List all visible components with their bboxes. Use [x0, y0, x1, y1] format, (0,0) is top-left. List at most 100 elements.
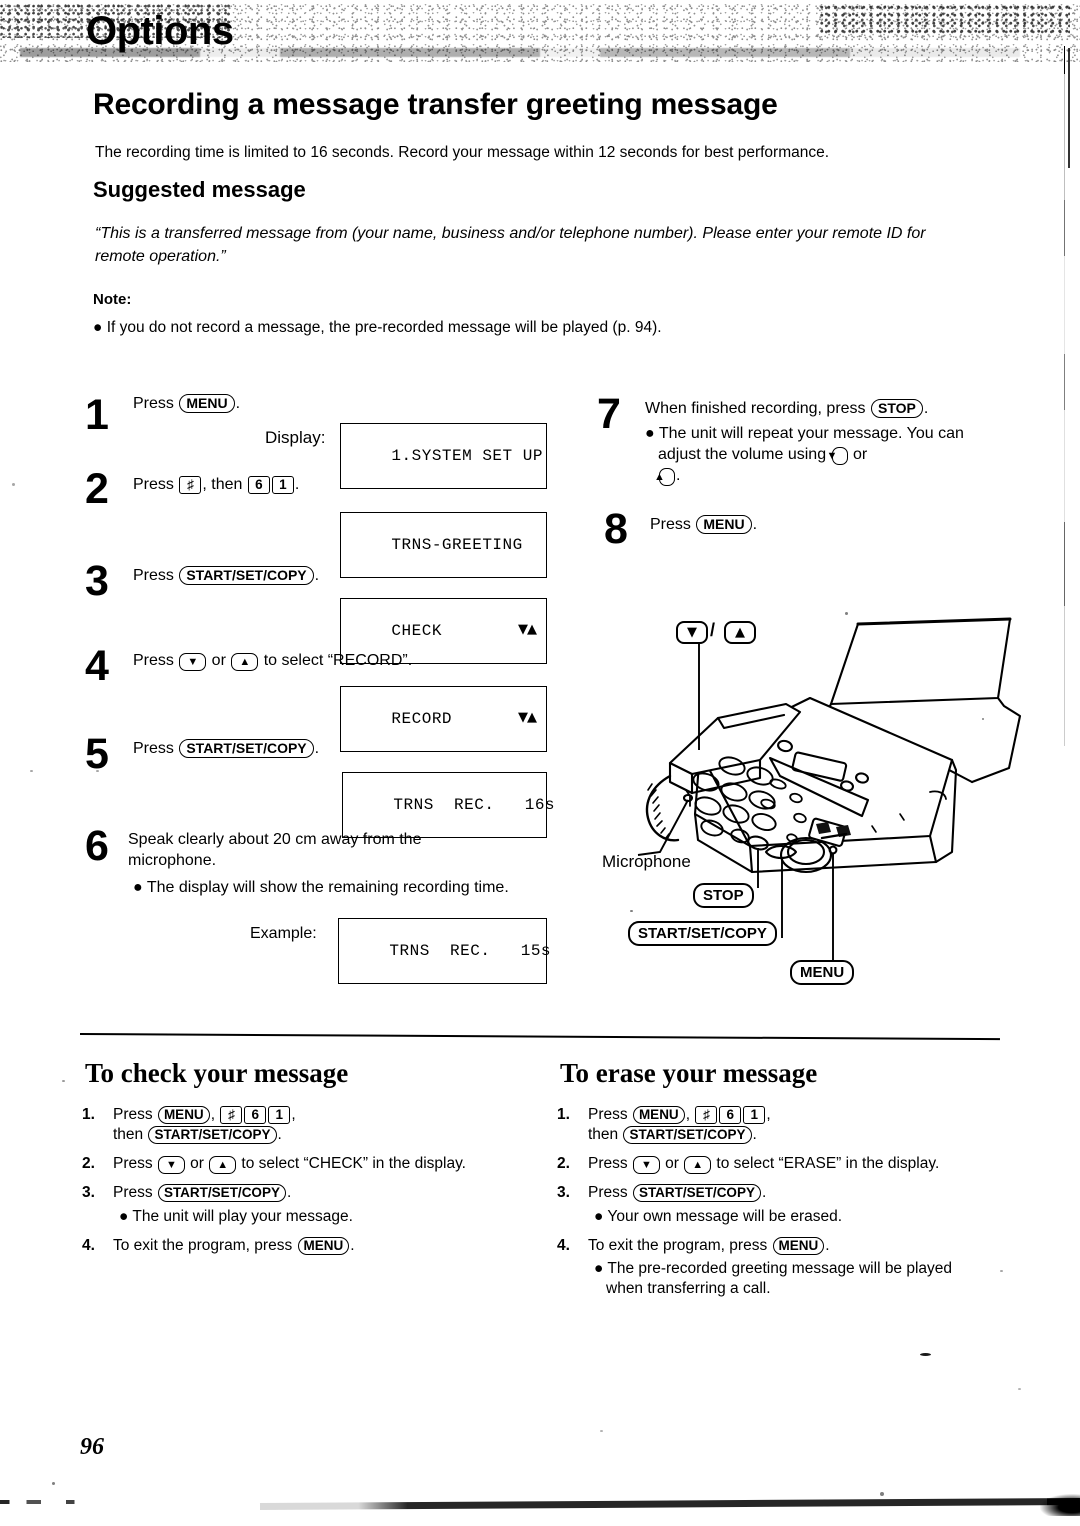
item-tail: to select “ERASE” in the display. [712, 1155, 940, 1173]
bullet-glyph: ● [594, 1207, 604, 1225]
key-six[interactable]: 6 [244, 1106, 267, 1124]
lcd-text-4: RECORD [391, 710, 453, 728]
key-menu[interactable]: MENU [632, 1106, 685, 1124]
key-stop[interactable]: STOP [871, 399, 923, 418]
step-7-bullet-text-c: . [676, 467, 681, 485]
key-down-arrow[interactable]: ▼ [157, 1156, 185, 1175]
step-text-7: When finished recording, press STOP. [645, 398, 1005, 419]
step-text-4: Press ▼ or ▲ to select “RECORD”. [133, 650, 412, 671]
callout-stop: STOP [693, 883, 754, 908]
lcd-display-4: ▼▲ RECORD [340, 686, 547, 752]
scan-edge-artifact [1064, 46, 1065, 746]
key-one[interactable]: 1 [743, 1106, 766, 1124]
bullet-glyph: ● [93, 319, 103, 336]
item-number: 1. [82, 1106, 95, 1123]
key-menu[interactable]: MENU [179, 394, 235, 413]
note-bullet-text: If you do not record a message, the pre-… [106, 319, 662, 336]
suggested-message-heading: Suggested message [93, 177, 306, 202]
step-8-tail: . [752, 516, 758, 533]
step-8-lead: Press [650, 516, 696, 533]
scan-bottom-edge [259, 1497, 1080, 1510]
scan-noise-heavy-right [820, 4, 1070, 34]
key-start-set-copy[interactable]: START/SET/COPY [157, 1184, 286, 1203]
step-5-lead: Press [133, 740, 179, 757]
key-down-arrow[interactable]: ▼ [179, 653, 207, 671]
step-number-3: 3 [85, 557, 109, 605]
item-comma: , [291, 1106, 296, 1123]
item-lead: Press [588, 1184, 632, 1202]
note-bullet: ● If you do not record a message, the pr… [93, 318, 993, 338]
scan-speck [52, 1482, 55, 1485]
erase-section-list: 1. Press MENU, ♯ 6 1, then START/SET/COPY.… [557, 1105, 977, 1308]
lcd-text-6: TRNS REC. 15s [389, 942, 552, 960]
key-down-arrow[interactable]: ▼ [632, 1156, 660, 1175]
key-up-arrow[interactable]: ▲ [231, 653, 259, 671]
key-down-arrow-2[interactable]: ▼ [827, 447, 848, 466]
step-1-lead: Press [133, 395, 179, 412]
key-six[interactable]: 6 [719, 1106, 742, 1124]
key-up-arrow[interactable]: ▲ [684, 1156, 712, 1175]
scan-speck [880, 1492, 884, 1496]
step-number-4: 4 [85, 642, 109, 690]
lcd-arrows-4: ▼▲ [518, 710, 537, 725]
item-then: then [588, 1126, 623, 1144]
step-7-bullet: ● The unit will repeat your message. You… [645, 423, 1008, 487]
key-menu[interactable]: MENU [772, 1236, 825, 1255]
suggested-message-body: “This is a transferred message from (you… [95, 225, 926, 266]
callout-separator: / [710, 620, 716, 640]
key-hash[interactable]: ♯ [179, 476, 202, 494]
key-up-arrow[interactable]: ▲ [209, 1156, 237, 1175]
scan-speck [1000, 1270, 1003, 1272]
step-5-tail: . [314, 740, 320, 757]
item-number: 3. [82, 1184, 95, 1202]
fax-machine-illustration: ▼ / ▲ Microphone STOP START/SET/COPY MEN… [600, 600, 1030, 995]
item-number: 4. [82, 1236, 95, 1254]
item-number: 4. [557, 1236, 570, 1254]
scan-speck [600, 1430, 603, 1432]
lcd-text-2: TRNS-GREETING [391, 536, 523, 554]
item-lead: To exit the program, press [113, 1236, 297, 1254]
key-menu[interactable]: MENU [297, 1236, 350, 1255]
callout-menu: MENU [790, 960, 855, 985]
item-lead: Press [113, 1155, 157, 1173]
list-item: 1. Press MENU, ♯ 6 1, then START/SET/COPY. [557, 1105, 977, 1145]
step-1-tail: . [235, 395, 241, 412]
callout-volume-up-icon: ▲ [724, 621, 756, 644]
key-six[interactable]: 6 [247, 476, 270, 494]
intro-paragraph: The recording time is limited to 16 seco… [95, 144, 830, 161]
key-up-arrow-2[interactable]: ▲ [654, 468, 675, 487]
step-2-then: then [211, 476, 243, 493]
step-3-tail: . [314, 567, 320, 584]
key-start-set-copy[interactable]: START/SET/COPY [179, 566, 314, 585]
item-period: . [350, 1236, 355, 1254]
item-bullet-text: The pre-recorded greeting message will b… [606, 1259, 953, 1297]
key-start-set-copy[interactable]: START/SET/COPY [148, 1126, 277, 1145]
lcd-text-1: 1.SYSTEM SET UP [391, 447, 543, 465]
step-7-bullet-text-b: or [848, 446, 868, 464]
key-menu-2[interactable]: MENU [696, 515, 752, 534]
step-2-lead: Press [133, 476, 174, 493]
section-banner: Options [0, 4, 1080, 62]
section-divider [79, 1033, 1000, 1041]
key-start-set-copy[interactable]: START/SET/COPY [623, 1126, 752, 1145]
key-start-set-copy-2[interactable]: START/SET/COPY [179, 739, 314, 758]
key-one[interactable]: 1 [271, 476, 294, 494]
key-hash[interactable]: ♯ [220, 1106, 243, 1124]
item-lead: Press [588, 1106, 632, 1123]
item-or: or [185, 1155, 209, 1173]
step-text-1: Press MENU. [133, 393, 240, 414]
scan-speck [62, 1080, 65, 1082]
key-one[interactable]: 1 [268, 1106, 291, 1124]
list-item: 3. Press START/SET/COPY. ● Your own mess… [557, 1183, 977, 1226]
item-sep: , [210, 1106, 220, 1123]
step-number-8: 8 [604, 505, 628, 553]
key-start-set-copy[interactable]: START/SET/COPY [632, 1184, 761, 1203]
banner-title: Options [86, 9, 234, 53]
item-bullet: ● Your own message will be erased. [588, 1207, 977, 1227]
lcd-display-2: TRNS-GREETING [340, 512, 547, 578]
item-lead: Press [588, 1155, 632, 1173]
key-hash[interactable]: ♯ [695, 1106, 718, 1124]
scan-speck [30, 770, 33, 772]
step-text-6: Speak clearly about 20 cm away from the … [128, 829, 498, 871]
key-menu[interactable]: MENU [157, 1106, 210, 1124]
